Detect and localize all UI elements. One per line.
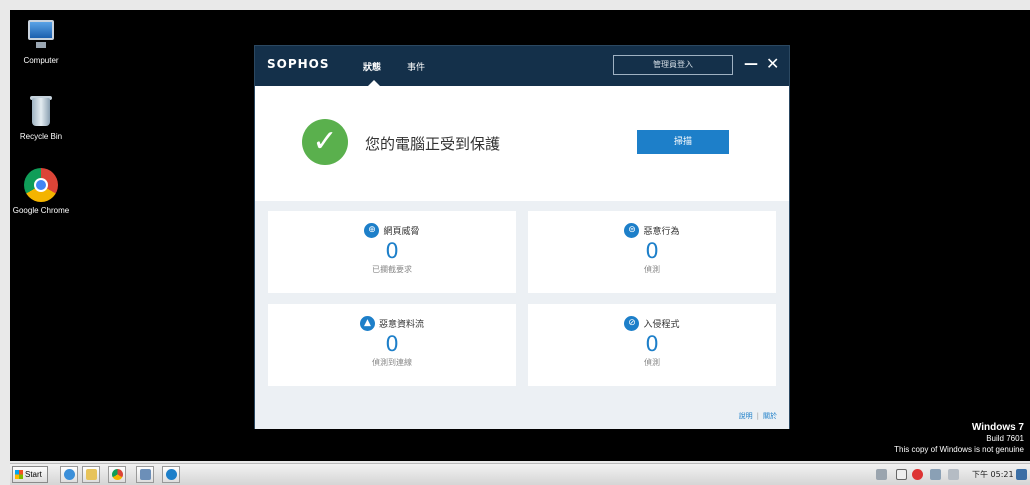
sophos-titlebar: SOPHOS 狀態 事件 管理員登入 — ✕ (255, 46, 789, 86)
tab-events[interactable]: 事件 (407, 60, 425, 73)
card-title: 惡意行為 (643, 227, 680, 237)
folder-icon (86, 469, 97, 480)
internet-explorer-icon (64, 469, 75, 480)
chrome-icon (24, 168, 58, 202)
chrome-icon (112, 469, 123, 480)
block-icon: ⊘ (624, 316, 640, 331)
protection-status-text: 您的電腦正受到保護 (365, 135, 501, 153)
desktop-icon-label: Recycle Bin (19, 132, 63, 141)
sophos-icon (166, 469, 177, 480)
card-web-threats[interactable]: ⊕ 網頁威脅 0 已攔截要求 (268, 211, 516, 293)
clock[interactable]: 下午 05:21 (972, 469, 1014, 480)
desktop-icon-chrome[interactable]: Google Chrome (10, 168, 72, 215)
show-desktop-icon[interactable] (1016, 469, 1027, 480)
windows-genuine-notice: Windows 7 Build 7601 This copy of Window… (894, 422, 1024, 455)
footer-separator: | (756, 412, 759, 420)
card-count: 0 (645, 239, 659, 263)
tab-status[interactable]: 狀態 (363, 60, 381, 73)
card-subtitle: 偵測 (644, 265, 660, 274)
taskbar-ie[interactable] (60, 466, 78, 483)
card-title: 網頁威脅 (383, 227, 420, 237)
sophos-logo: SOPHOS (267, 57, 330, 71)
desktop-icon-recycle-bin[interactable]: Recycle Bin (10, 94, 72, 141)
desktop-icon-computer[interactable]: Computer (10, 18, 72, 65)
card-title: 入侵程式 (643, 320, 680, 330)
card-subtitle: 偵測 (644, 358, 660, 367)
printer-icon[interactable] (876, 469, 887, 480)
help-link[interactable]: 說明 (739, 412, 753, 420)
card-count: 0 (385, 332, 399, 356)
computer-icon (24, 18, 58, 52)
checkmark-icon: ✓ (302, 119, 348, 165)
taskbar-app[interactable] (136, 466, 154, 483)
card-malicious-behavior[interactable]: ⊜ 惡意行為 0 偵測 (528, 211, 776, 293)
windows-version: Windows 7 (971, 422, 1024, 433)
card-subtitle: 偵測到連線 (372, 358, 412, 367)
taskbar-chrome[interactable] (108, 466, 126, 483)
desktop-icon-label: Computer (23, 56, 59, 65)
card-title: 惡意資料流 (378, 320, 424, 330)
globe-icon: ⊕ (364, 223, 380, 238)
taskbar: Start 下午 05:21 (10, 463, 1030, 485)
recycle-bin-icon (24, 94, 58, 128)
tray-expand-icon[interactable] (896, 469, 907, 480)
sophos-window: SOPHOS 狀態 事件 管理員登入 — ✕ ✓ 您的電腦正受到保護 掃描 ⊕ … (254, 45, 790, 429)
globe-icon: ⊜ (624, 223, 640, 238)
warning-icon: ▲ (359, 316, 375, 331)
status-hero: ✓ 您的電腦正受到保護 掃描 (255, 86, 789, 201)
scan-button[interactable]: 掃描 (637, 130, 729, 154)
card-malicious-traffic[interactable]: ▲ 惡意資料流 0 偵測到連線 (268, 304, 516, 386)
start-button[interactable]: Start (12, 466, 48, 483)
close-button[interactable]: ✕ (766, 54, 779, 73)
network-icon[interactable] (930, 469, 941, 480)
minimize-button[interactable]: — (744, 56, 758, 72)
taskbar-sophos[interactable] (162, 466, 180, 483)
volume-icon[interactable] (948, 469, 959, 480)
threat-cards-panel: ⊕ 網頁威脅 0 已攔截要求 ⊜ 惡意行為 0 偵測 ▲ 惡意資料流 0 偵測到… (255, 201, 789, 429)
taskbar-explorer[interactable] (82, 466, 100, 483)
footer-links: 說明 | 關於 (739, 411, 777, 421)
card-subtitle: 已攔截要求 (372, 265, 412, 274)
card-count: 0 (645, 332, 659, 356)
desktop-icon-label: Google Chrome (12, 206, 70, 215)
sophos-tray-icon[interactable] (912, 469, 923, 480)
windows-build: Build 7601 (986, 434, 1024, 443)
window-icon (140, 469, 151, 480)
card-exploits[interactable]: ⊘ 入侵程式 0 偵測 (528, 304, 776, 386)
card-count: 0 (385, 239, 399, 263)
admin-login-button[interactable]: 管理員登入 (613, 55, 733, 75)
about-link[interactable]: 關於 (763, 412, 777, 420)
windows-genuine-text: This copy of Windows is not genuine (894, 445, 1024, 454)
